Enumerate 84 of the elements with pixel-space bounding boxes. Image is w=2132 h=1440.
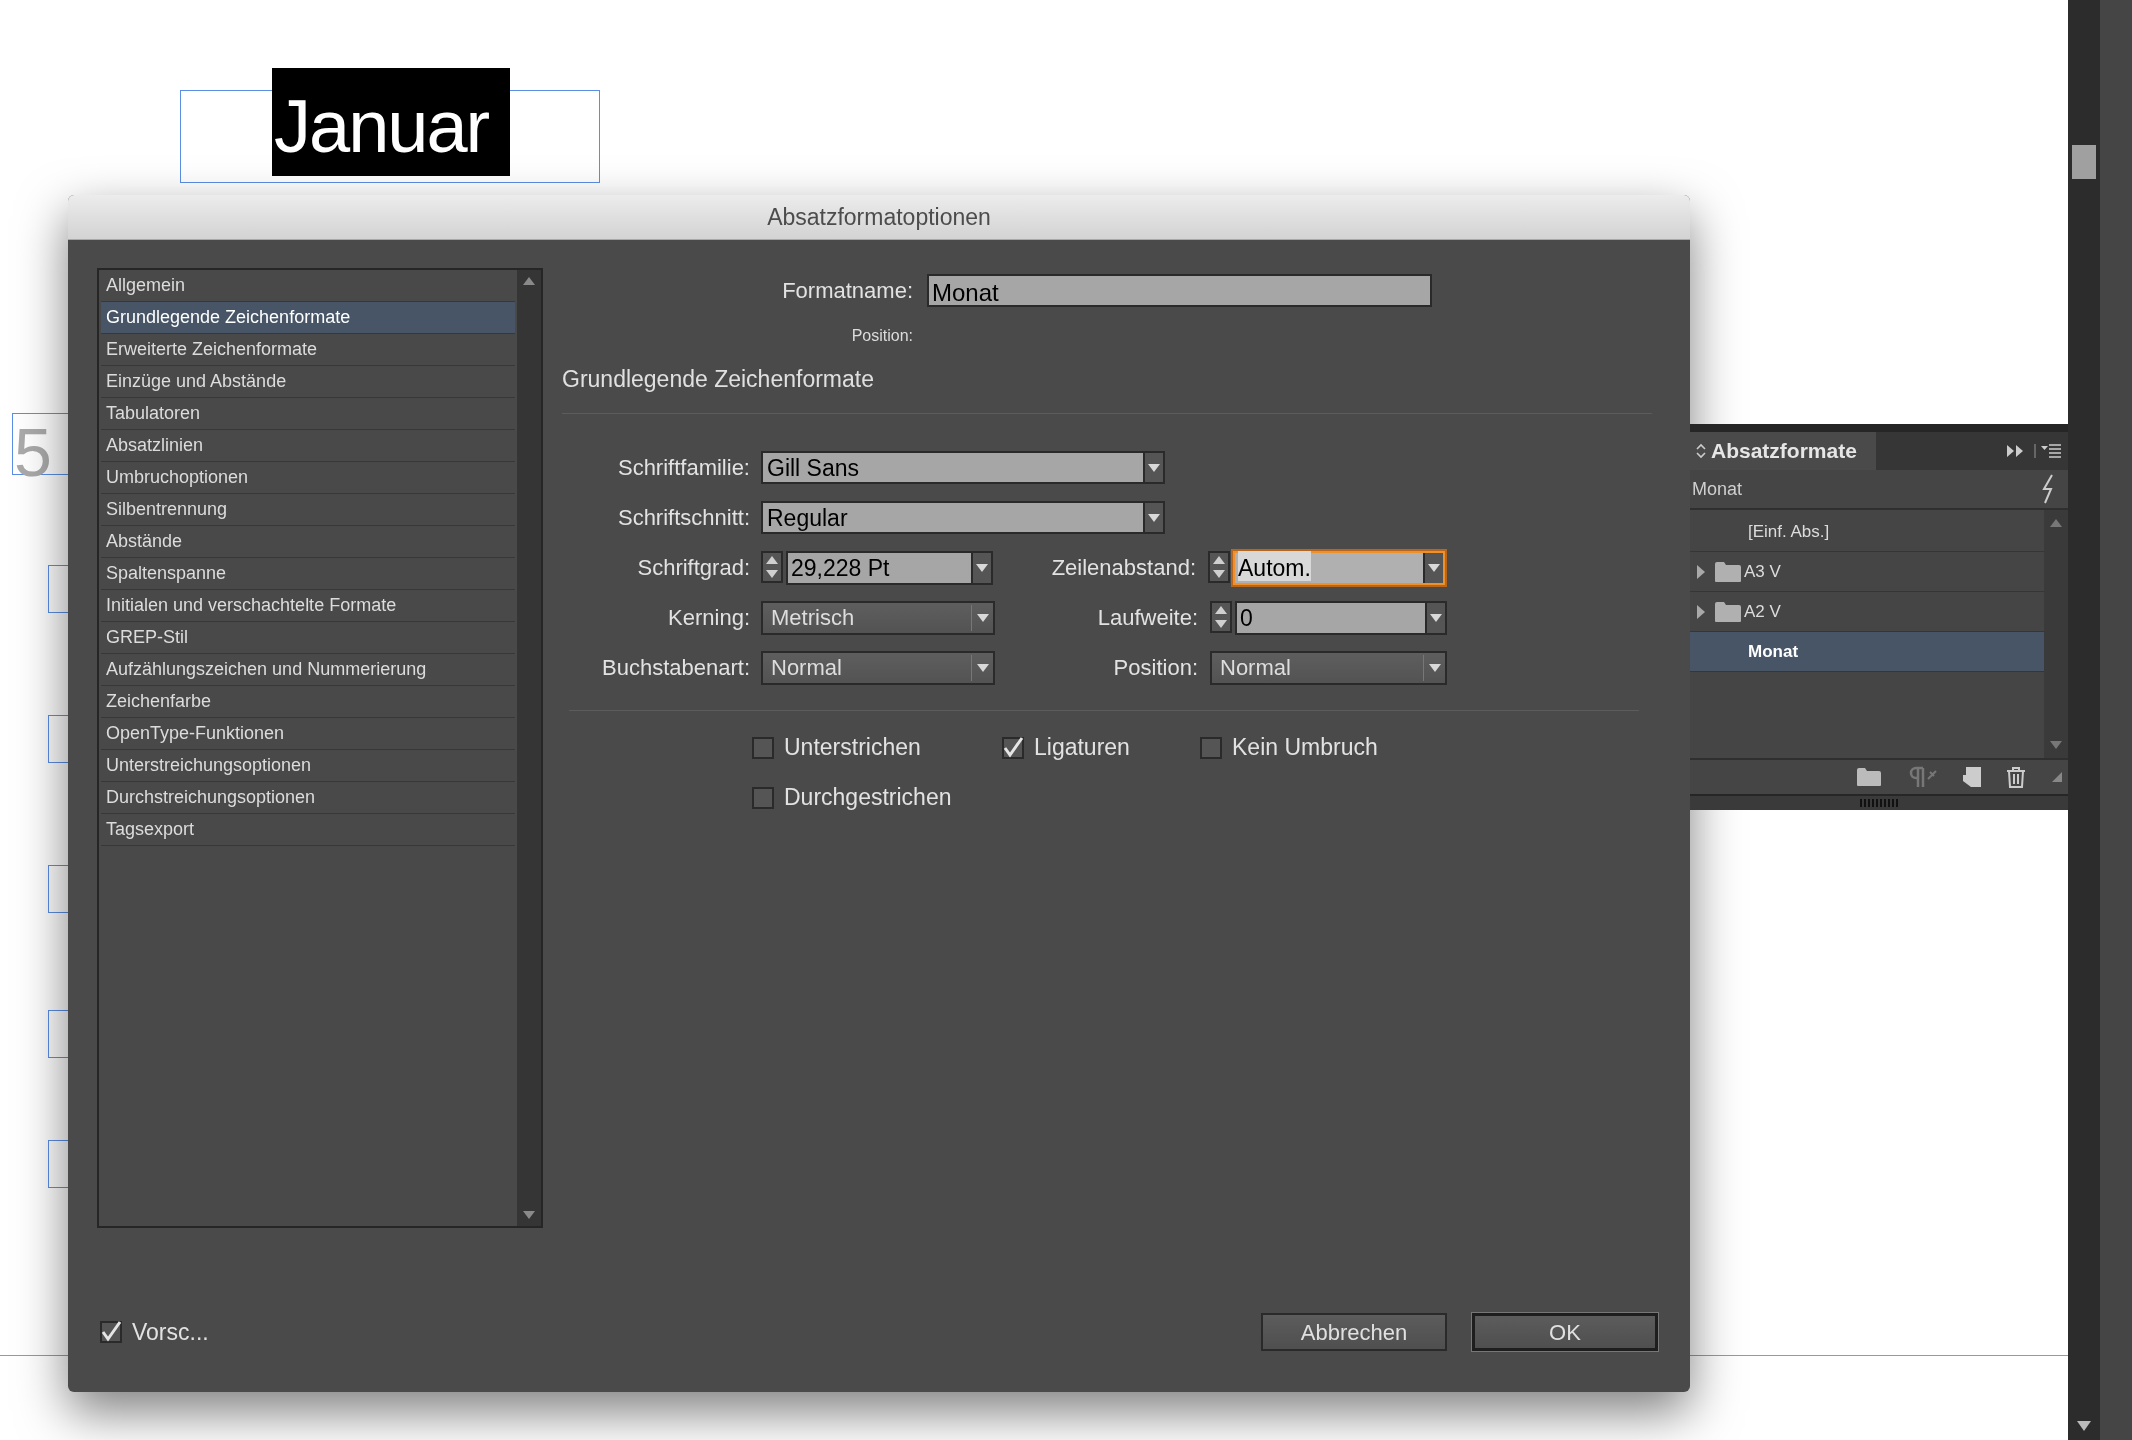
button[interactable]: Abbrechen [1261, 1313, 1447, 1351]
delete-icon[interactable] [2006, 766, 2026, 788]
checkmark-icon [1002, 736, 1024, 759]
section-title: Grundlegende Zeichenformate [562, 365, 875, 394]
category-item[interactable]: GREP-Stil [101, 622, 515, 654]
category-item[interactable]: Unterstreichungsoptionen [101, 750, 515, 782]
drag-handle-icon[interactable] [1859, 799, 1899, 807]
style-item[interactable]: A3 V [1690, 552, 2044, 592]
dropdown[interactable]: Regular [761, 501, 1165, 534]
dropdown[interactable]: Gill Sans [761, 451, 1165, 484]
stepper[interactable] [1208, 550, 1230, 585]
field-label: Buchstabenart: [601, 654, 750, 682]
panel-tab[interactable]: Absatzformate [1690, 432, 1876, 470]
position-label: Position: [850, 326, 913, 346]
lightning-icon[interactable] [2040, 474, 2056, 504]
checkbox[interactable]: Durchgestrichen [752, 780, 1002, 815]
resize-grip-icon[interactable] [2050, 770, 2064, 784]
caret-icon[interactable] [1427, 662, 1442, 673]
folder-icon [1714, 600, 1742, 623]
caret-icon[interactable] [1147, 462, 1161, 473]
scroll-down-arrow-icon[interactable] [2076, 1420, 2092, 1432]
scroll-up-arrow-icon[interactable] [2049, 518, 2063, 528]
category-item[interactable]: Zeichenfarbe [101, 686, 515, 718]
dropdown[interactable]: Normal [1210, 650, 1447, 685]
category-item[interactable]: Erweiterte Zeichenformate [101, 334, 515, 366]
category-item[interactable]: Umbruchoptionen [101, 462, 515, 494]
stepper[interactable] [761, 550, 783, 585]
format-name-field[interactable]: Monat [927, 273, 1432, 307]
caret-icon[interactable] [1147, 512, 1161, 523]
field-label: Kerning: [667, 604, 750, 632]
disclosure-triangle-icon[interactable] [1696, 603, 1706, 620]
heading-text: Januar [272, 68, 510, 176]
new-item-icon[interactable] [1962, 766, 1982, 788]
checkbox[interactable]: Unterstrichen [752, 730, 1002, 765]
caret-icon[interactable] [975, 562, 989, 573]
dropdown[interactable]: 29,228 Pt [786, 550, 993, 585]
category-item[interactable]: Einzüge und Abstände [101, 366, 515, 398]
checkbox[interactable]: Ligaturen [1002, 730, 1200, 765]
caret-icon[interactable] [975, 612, 990, 623]
stepper[interactable] [1210, 600, 1232, 635]
folder-icon [1714, 560, 1742, 583]
caret-icon[interactable] [1429, 612, 1443, 623]
current-style-label: Monat [1692, 477, 1743, 501]
field-label: Laufweite: [1096, 604, 1198, 632]
category-item[interactable]: Abstände [101, 526, 515, 558]
dropdown[interactable]: Metrisch [761, 600, 995, 635]
dropdown[interactable]: Autom. [1233, 550, 1445, 585]
scroll-thumb[interactable] [2072, 145, 2096, 179]
category-item[interactable]: Initialen und verschachtelte Formate [101, 590, 515, 622]
checkbox[interactable]: Vorsc... [100, 1315, 209, 1349]
caret-icon[interactable] [975, 662, 990, 673]
style-item[interactable]: Monat [1690, 632, 2044, 672]
field-label: Schriftgrad: [636, 554, 750, 582]
scrollbar[interactable] [2068, 0, 2100, 1440]
new-group-icon[interactable] [1856, 767, 1882, 787]
page-number: 5 [14, 413, 52, 492]
category-item[interactable]: Aufzählungszeichen und Nummerierung [101, 654, 515, 686]
dropdown[interactable]: Normal [761, 650, 995, 685]
field-label: Formatname: [781, 276, 913, 305]
category-item[interactable]: Silbentrennung [101, 494, 515, 526]
dropdown[interactable]: 0 [1235, 600, 1447, 635]
category-item[interactable]: Grundlegende Zeichenformate [101, 302, 515, 334]
field-label: Schriftschnitt: [616, 504, 750, 532]
checkbox[interactable]: Kein Umbruch [1200, 730, 1450, 765]
category-item[interactable]: Durchstreichungsoptionen [101, 782, 515, 814]
chevron-icon[interactable] [1696, 443, 1706, 459]
category-item[interactable]: Tabulatoren [101, 398, 515, 430]
field-label: Zeilenabstand: [1050, 554, 1196, 582]
caret-icon[interactable] [1427, 562, 1441, 573]
field-label: Schriftfamilie: [616, 454, 750, 482]
menu-icon[interactable] [2034, 443, 2062, 459]
category-item[interactable]: Spaltenspanne [101, 558, 515, 590]
scrollbar[interactable] [2044, 510, 2068, 758]
checkmark-icon [100, 1321, 122, 1343]
category-item[interactable]: Tagsexport [101, 814, 515, 846]
scroll-up-arrow-icon[interactable] [522, 276, 536, 286]
category-item[interactable]: OpenType-Funktionen [101, 718, 515, 750]
disclosure-triangle-icon[interactable] [1696, 563, 1706, 580]
button[interactable]: OK [1472, 1313, 1658, 1351]
scrollbar[interactable] [517, 270, 541, 1226]
scroll-down-arrow-icon[interactable] [522, 1210, 536, 1220]
window-title: Absatzformatoptionen [767, 202, 991, 232]
category-item[interactable]: Absatzlinien [101, 430, 515, 462]
field-label: Position: [1112, 654, 1198, 682]
